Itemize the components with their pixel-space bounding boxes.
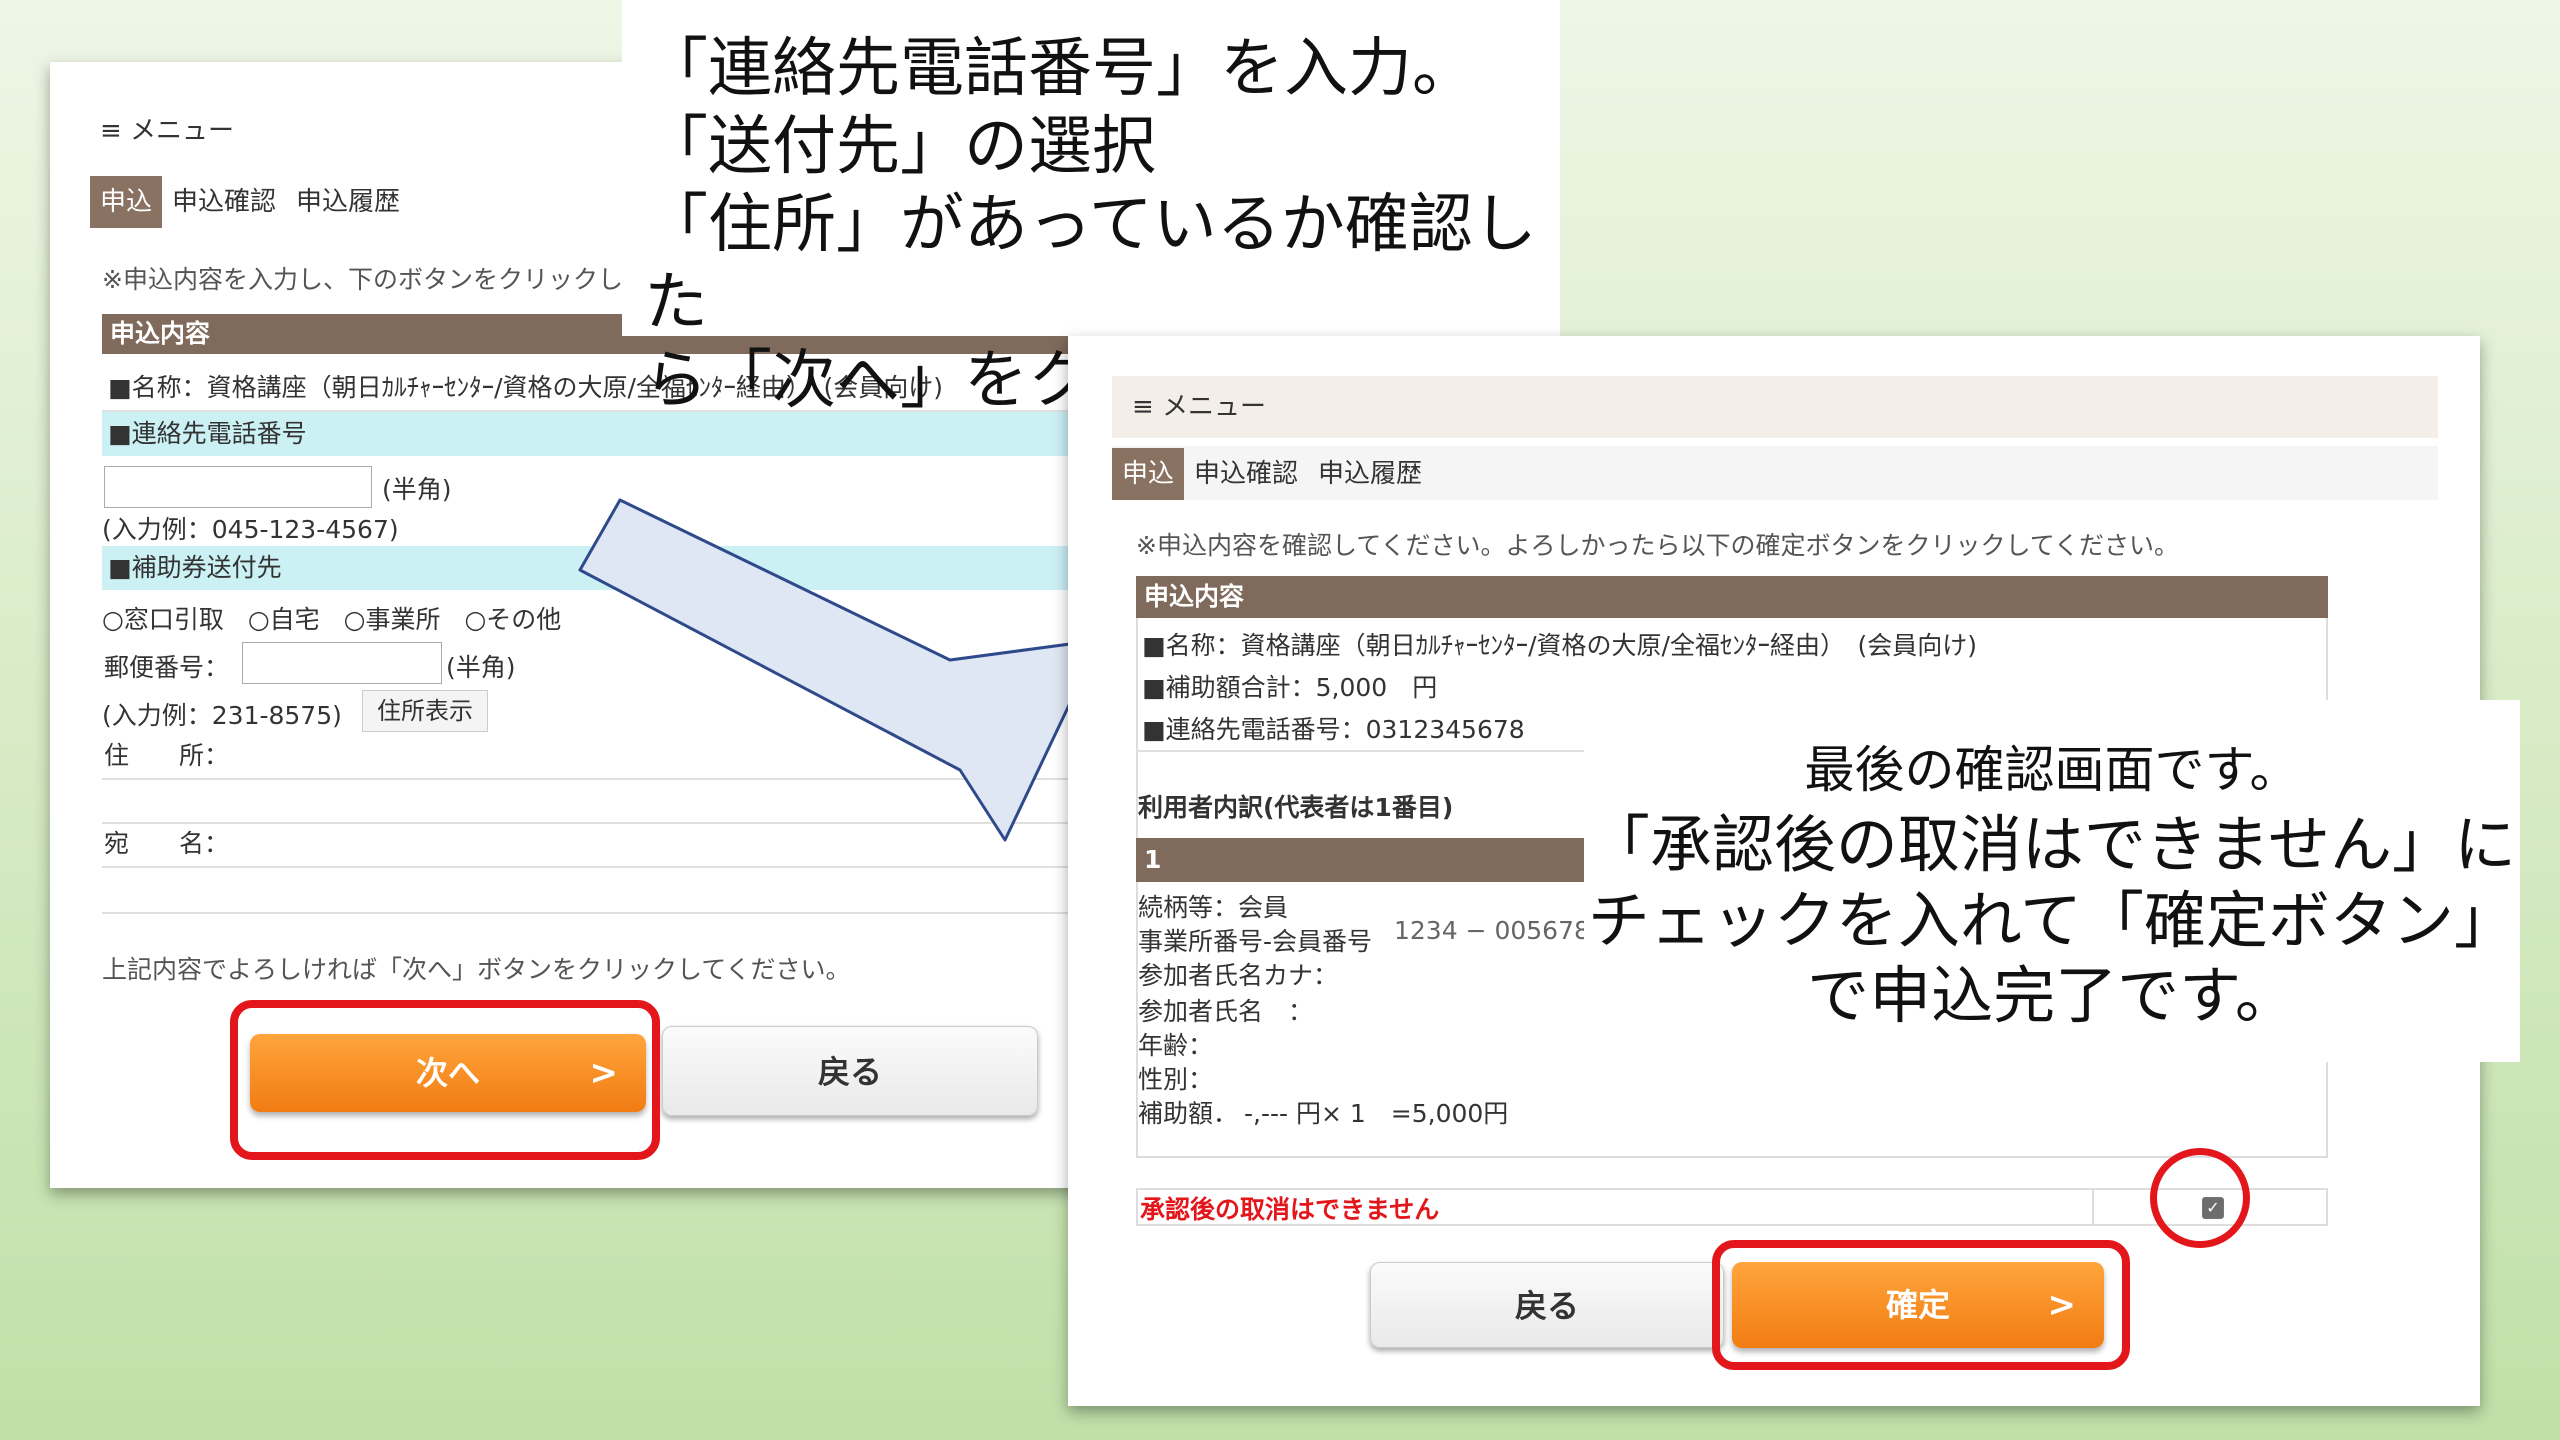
kana-label: 参加者氏名カナ：: [1138, 961, 1339, 990]
tab-apply-history[interactable]: 申込履歴: [286, 176, 410, 228]
postal-label: 郵便番号：: [104, 653, 230, 682]
back-button-label: 戻る: [817, 1053, 882, 1091]
subsidy-total-line: ■補助額合計：5,000 円: [1142, 673, 1438, 702]
divider: [2092, 1188, 2094, 1226]
divider: [102, 912, 1090, 914]
arrow-right-icon: [578, 498, 1102, 842]
top-instruction-callout: 「連絡先電話番号」を入力。 「送付先」の選択 「住所」があっているか確認した ら…: [622, 0, 1560, 418]
participant-name-label: 参加者氏名 ：: [1138, 997, 1314, 1026]
callout-line: 「住所」があっているか確認した: [644, 188, 1537, 341]
delivery-options: ○窓口引取 ○自宅 ○事業所 ○その他: [102, 600, 561, 636]
menu-bar: [1112, 376, 2438, 438]
radio-office[interactable]: ○事業所: [344, 600, 441, 636]
instruction-text: ※申込内容を確認してください。よろしかったら以下の確定ボタンをクリックしてくださ…: [1136, 531, 2179, 560]
postal-half-width-note: (半角): [446, 653, 516, 682]
radio-home[interactable]: ○自宅: [248, 600, 320, 636]
instruction-text: ※申込内容を入力し、下のボタンをクリックし: [102, 265, 623, 294]
postal-code-input[interactable]: [242, 642, 442, 684]
checkbox-highlight: [2150, 1148, 2250, 1248]
course-name-line: ■名称：資格講座（朝日ｶﾙﾁｬｰｾﾝﾀｰ/資格の大原/全福ｾﾝﾀｰ経由） (会員…: [1142, 631, 1977, 660]
tab-bar: 申込 申込確認 申込履歴: [1112, 448, 1432, 500]
address-display-button[interactable]: 住所表示: [362, 690, 488, 732]
gender-label: 性別：: [1138, 1065, 1214, 1094]
right-instruction-callout: 最後の確認画面です。 「承認後の取消はできません」に チェックを入れて「確定ボタ…: [1584, 700, 2520, 1062]
member-number-label: 事業所番号-会員番号: [1138, 927, 1373, 956]
callout-line: 「承認後の取消はできません」に: [1587, 808, 2517, 881]
menu-label[interactable]: ≡ メニュー: [1132, 386, 1266, 423]
footer-instruction: 上記内容でよろしければ「次へ」ボタンをクリックしてください。: [102, 955, 851, 984]
relation-line: 続柄等：会員: [1138, 893, 1289, 922]
addressee-label: 宛 名：: [104, 829, 230, 858]
phone-example: (入力例：045-123-4567): [102, 515, 399, 544]
address-label: 住 所：: [104, 741, 230, 770]
phone-half-width-note: (半角): [382, 475, 452, 504]
subsidy-calc: -,--- 円× 1 =5,000円: [1244, 1099, 1509, 1128]
back-button[interactable]: 戻る: [1370, 1262, 1724, 1348]
back-button-label: 戻る: [1514, 1287, 1579, 1325]
age-label: 年齢：: [1138, 1031, 1214, 1060]
callout-line: チェックを入れて「確定ボタン」: [1587, 883, 2517, 957]
user-breakdown-label: 利用者内訳(代表者は1番目): [1138, 793, 1454, 822]
radio-counter-pickup[interactable]: ○窓口引取: [102, 600, 224, 636]
tab-apply[interactable]: 申込: [1112, 448, 1185, 500]
menu-label[interactable]: ≡ メニュー: [100, 110, 234, 147]
divider: [102, 866, 1090, 868]
member-number-value: 1234 − 005678: [1394, 916, 1590, 945]
tab-apply[interactable]: 申込: [90, 176, 163, 228]
callout-line: で申込完了です。: [1807, 959, 2297, 1033]
tab-apply-history[interactable]: 申込履歴: [1308, 448, 1432, 500]
postal-example: (入力例：231-8575): [102, 701, 342, 730]
tab-bar: 申込 申込確認 申込履歴: [90, 176, 410, 228]
tab-apply-confirm[interactable]: 申込確認: [162, 176, 286, 228]
subsidy-label: 補助額．: [1138, 1099, 1239, 1128]
back-button[interactable]: 戻る: [662, 1026, 1038, 1116]
callout-line: 「連絡先電話番号」を入力。: [644, 32, 1476, 106]
callout-line: 最後の確認画面です。: [1804, 741, 2300, 799]
next-button-highlight: [230, 1000, 660, 1160]
phone-input[interactable]: [104, 466, 372, 508]
section-header: 申込内容: [1136, 576, 2328, 618]
confirm-button-highlight: [1712, 1240, 2130, 1370]
tab-apply-confirm[interactable]: 申込確認: [1184, 448, 1308, 500]
callout-line: 「送付先」の選択: [644, 110, 1156, 185]
radio-other[interactable]: ○その他: [464, 600, 561, 636]
phone-line: ■連絡先電話番号：0312345678: [1142, 715, 1525, 744]
no-cancel-label: 承認後の取消はできません: [1140, 1195, 1440, 1224]
